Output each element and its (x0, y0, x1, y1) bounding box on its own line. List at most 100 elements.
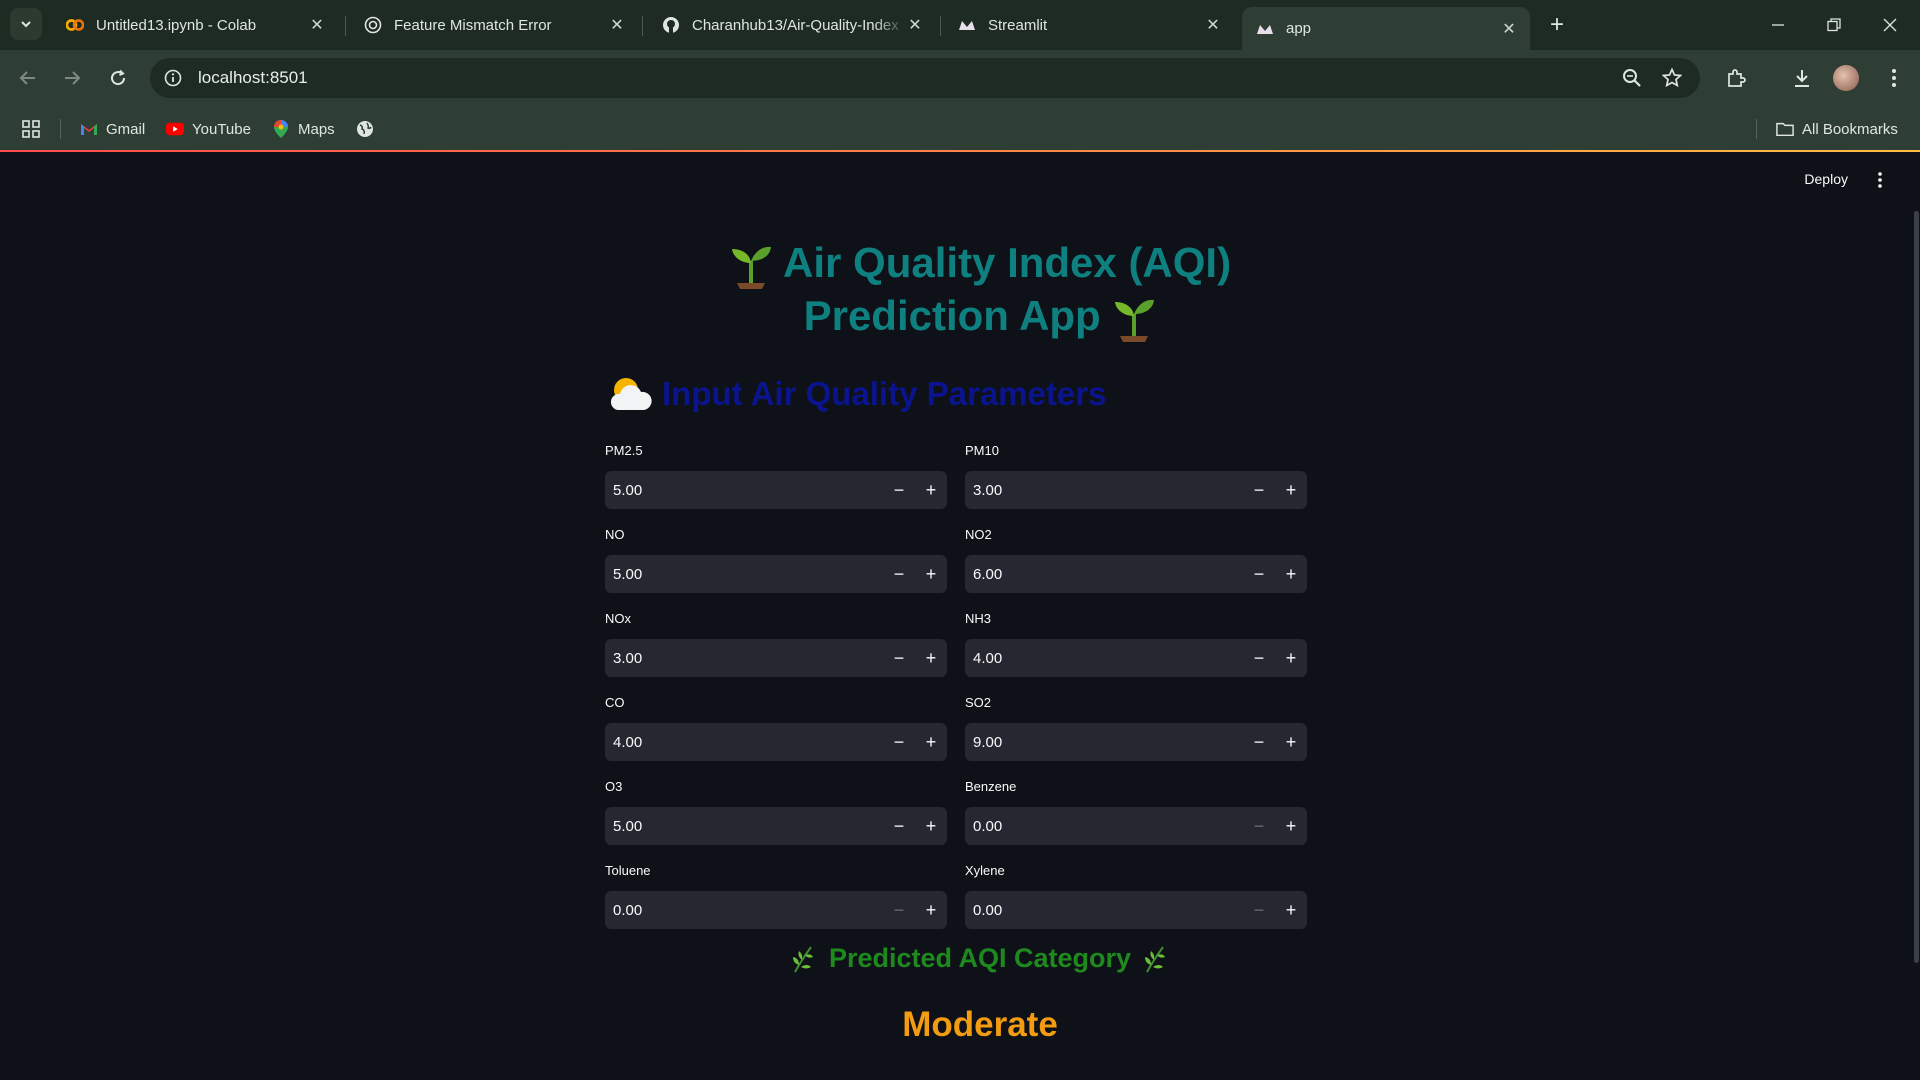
number-field: 0.00− + (965, 807, 1307, 845)
zoom-icon[interactable] (1620, 66, 1644, 90)
increment-button[interactable]: + (915, 807, 947, 845)
new-tab-button[interactable]: + (1543, 11, 1571, 39)
tab-title: Charanhub13/Air-Quality-Index (692, 16, 899, 34)
browser-menu-button[interactable] (1878, 62, 1910, 94)
no-value-input[interactable]: 5.00 (605, 566, 883, 583)
bookmarks-bar: Gmail YouTube Maps All Bookmarks (0, 106, 1920, 152)
pm2-5-value-input[interactable]: 5.00 (605, 482, 883, 499)
increment-button[interactable]: + (1275, 471, 1307, 509)
restore-button[interactable] (1806, 0, 1862, 50)
minimize-icon (1772, 24, 1784, 26)
scrollbar[interactable] (1912, 211, 1920, 963)
tab-search-button[interactable] (10, 8, 42, 40)
tab-colab[interactable]: Untitled13.ipynb - Colab ✕ (52, 7, 338, 43)
decrement-button[interactable]: − (883, 807, 915, 845)
decrement-button[interactable]: − (883, 471, 915, 509)
decrement-button[interactable]: − (1243, 639, 1275, 677)
decrement-button[interactable]: − (1243, 891, 1275, 929)
so2-value-input[interactable]: 9.00 (965, 734, 1243, 751)
decrement-button[interactable]: − (883, 723, 915, 761)
decrement-button[interactable]: − (1243, 555, 1275, 593)
number-field: 4.00− + (965, 639, 1307, 677)
puzzle-icon (1728, 69, 1746, 87)
streamlit-app: Deploy Air Quality Index (AQI) Predictio… (0, 153, 1920, 1080)
decrement-button[interactable]: − (883, 555, 915, 593)
close-window-button[interactable] (1862, 0, 1918, 50)
folder-icon (1776, 120, 1794, 138)
co-value-input[interactable]: 4.00 (605, 734, 883, 751)
toluene-value-input[interactable]: 0.00 (605, 902, 883, 919)
decrement-button[interactable]: − (883, 639, 915, 677)
forward-button[interactable] (56, 62, 88, 94)
scrollbar-thumb[interactable] (1914, 211, 1919, 963)
downloads-button[interactable] (1786, 62, 1818, 94)
tab-title: Feature Mismatch Error (394, 16, 552, 34)
bookmark-gmail[interactable]: Gmail (80, 117, 145, 141)
benzene-value-input[interactable]: 0.00 (965, 818, 1243, 835)
all-bookmarks-label: All Bookmarks (1802, 120, 1898, 138)
bookmark-youtube[interactable]: YouTube (166, 117, 251, 141)
close-icon[interactable]: ✕ (308, 16, 326, 34)
increment-button[interactable]: + (1275, 723, 1307, 761)
decrement-button[interactable]: − (1243, 807, 1275, 845)
number-field: 9.00− + (965, 723, 1307, 761)
increment-button[interactable]: + (915, 555, 947, 593)
extensions-button[interactable] (1720, 62, 1752, 94)
minimize-button[interactable] (1750, 0, 1806, 50)
bookmark-maps[interactable]: Maps (272, 117, 335, 141)
back-button[interactable] (12, 62, 44, 94)
streamlit-icon (958, 16, 976, 34)
herb-icon (1145, 945, 1166, 972)
number-input-pm10: PM10 3.00− + (965, 443, 1307, 509)
increment-button[interactable]: + (915, 891, 947, 929)
o3-value-input[interactable]: 5.00 (605, 818, 883, 835)
site-info-icon[interactable] (162, 67, 184, 89)
increment-button[interactable]: + (1275, 639, 1307, 677)
increment-button[interactable]: + (1275, 807, 1307, 845)
close-icon[interactable]: ✕ (1204, 16, 1222, 34)
increment-button[interactable]: + (1275, 891, 1307, 929)
close-icon[interactable]: ✕ (906, 16, 924, 34)
decrement-button[interactable]: − (1243, 471, 1275, 509)
bookmark-star-icon[interactable] (1660, 66, 1684, 90)
decrement-button[interactable]: − (883, 891, 915, 929)
close-icon[interactable]: ✕ (608, 16, 626, 34)
tab-divider (345, 16, 346, 36)
increment-button[interactable]: + (915, 723, 947, 761)
number-input-xylene: Xylene 0.00− + (965, 863, 1307, 929)
tab-divider (940, 16, 941, 36)
profile-button[interactable] (1830, 62, 1862, 94)
xylene-value-input[interactable]: 0.00 (965, 902, 1243, 919)
number-field: 4.00− + (605, 723, 947, 761)
tab-streamlit[interactable]: Streamlit ✕ (944, 7, 1234, 43)
tab-feature-mismatch[interactable]: Feature Mismatch Error ✕ (350, 7, 638, 43)
number-input-so2: SO2 9.00− + (965, 695, 1307, 761)
nox-value-input[interactable]: 3.00 (605, 650, 883, 667)
pm10-value-input[interactable]: 3.00 (965, 482, 1243, 499)
no2-value-input[interactable]: 6.00 (965, 566, 1243, 583)
chevron-down-icon (21, 21, 31, 28)
tab-github[interactable]: Charanhub13/Air-Quality-Index ✕ (648, 7, 936, 43)
deploy-button[interactable]: Deploy (1804, 171, 1848, 187)
increment-button[interactable]: + (915, 471, 947, 509)
increment-button[interactable]: + (1275, 555, 1307, 593)
tab-app[interactable]: app ✕ (1242, 7, 1530, 50)
nh3-value-input[interactable]: 4.00 (965, 650, 1243, 667)
tab-title: Untitled13.ipynb - Colab (96, 16, 257, 34)
close-icon[interactable]: ✕ (1500, 20, 1518, 38)
field-label: Toluene (605, 863, 651, 878)
close-icon (1883, 18, 1897, 32)
reload-button[interactable] (102, 62, 134, 94)
arrow-right-icon (65, 71, 81, 85)
field-label: CO (605, 695, 625, 710)
app-menu-button[interactable] (1870, 169, 1890, 191)
address-bar[interactable]: localhost:8501 (150, 58, 1700, 98)
decrement-button[interactable]: − (1243, 723, 1275, 761)
number-input-no: NO 5.00− + (605, 527, 947, 593)
increment-button[interactable]: + (915, 639, 947, 677)
apps-button[interactable] (22, 117, 40, 141)
tab-title: app (1286, 20, 1312, 37)
bookmark-web[interactable] (356, 117, 382, 141)
field-label: NH3 (965, 611, 992, 626)
all-bookmarks-button[interactable]: All Bookmarks (1776, 117, 1898, 141)
